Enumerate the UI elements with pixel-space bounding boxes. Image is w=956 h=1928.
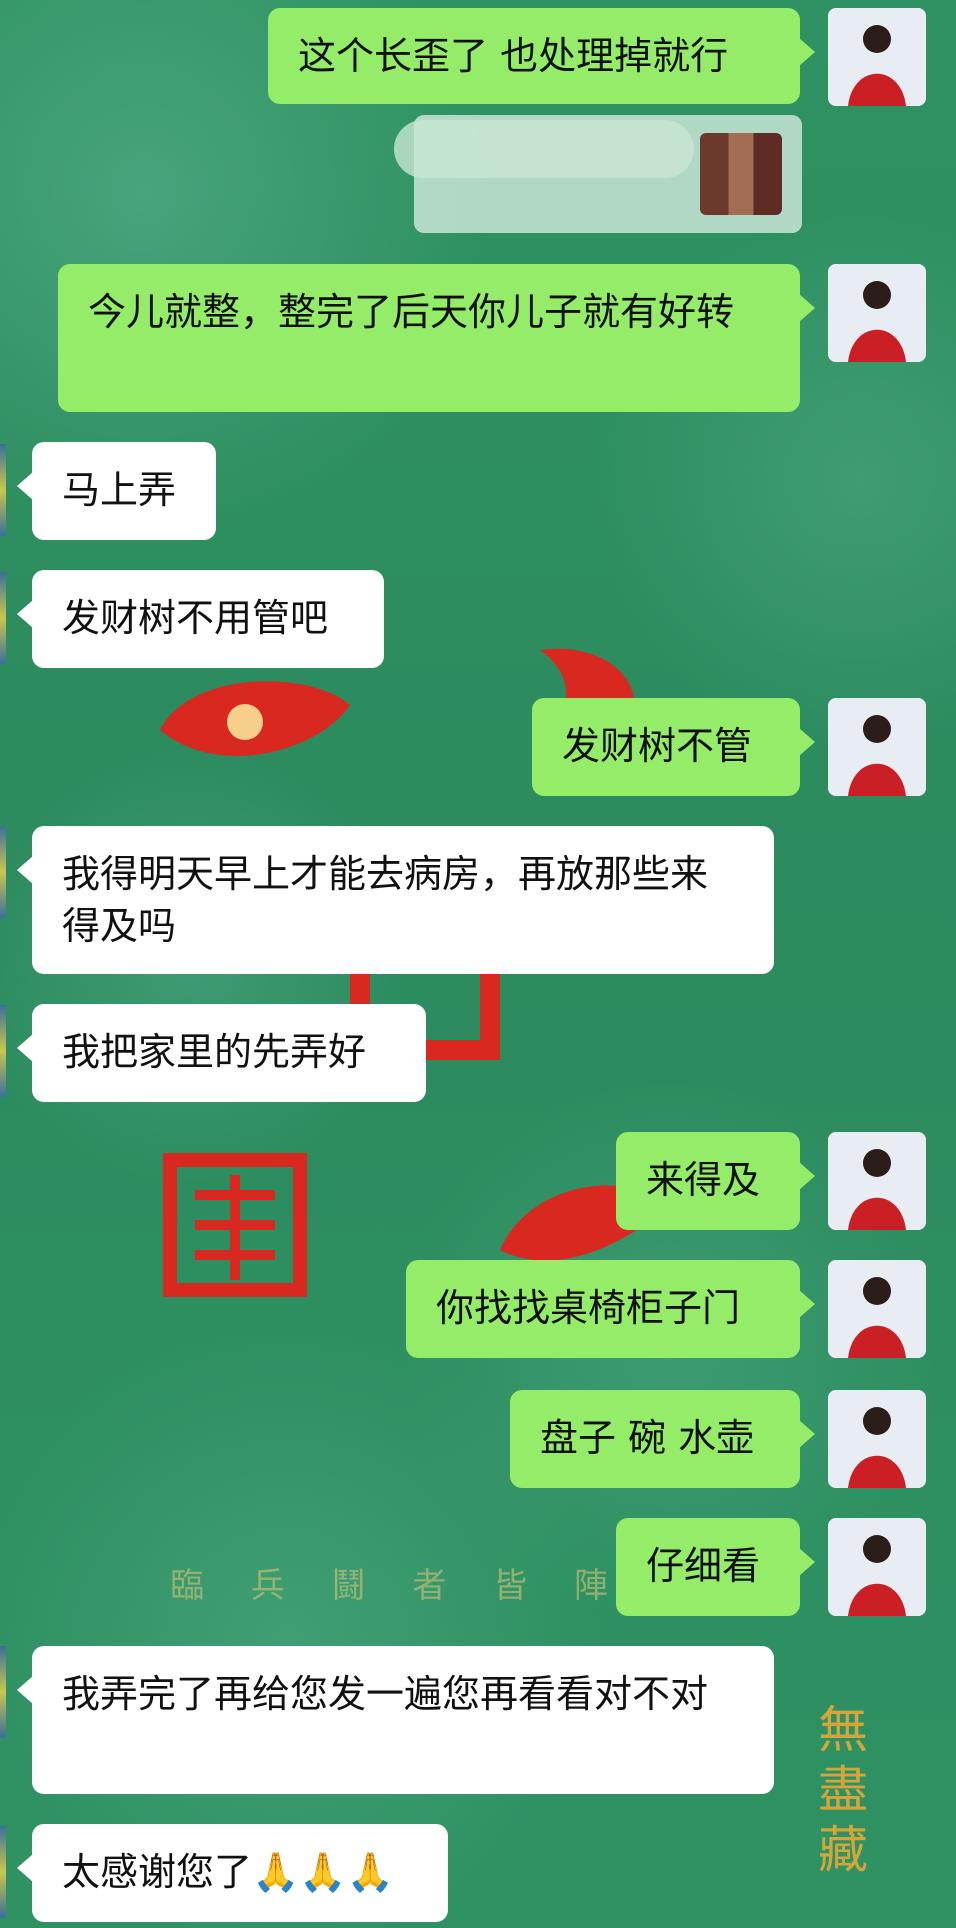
message-bubble-incoming[interactable]: 我弄完了再给您发一遍您再看看对不对	[17, 1646, 774, 1794]
message-text: 这个长歪了 也处理掉就行	[298, 34, 729, 78]
avatar-outgoing[interactable]	[828, 264, 926, 362]
message-bubble-incoming[interactable]: 我得明天早上才能去病房，再放那些来得及吗	[17, 826, 774, 974]
message-text: 我弄完了再给您发一遍您再看看对不对	[62, 1672, 709, 1716]
message-bubble-incoming[interactable]: 太感谢您了🙏🙏🙏	[17, 1824, 448, 1922]
background-corner-mark: 無盡藏	[818, 1701, 868, 1879]
message-bubble-outgoing[interactable]: 发财树不管	[532, 698, 815, 796]
message-bubble-incoming[interactable]: 我把家里的先弄好	[17, 1004, 426, 1102]
avatar-image	[828, 698, 926, 796]
avatar-outgoing[interactable]	[828, 1518, 926, 1616]
message-text: 马上弄	[62, 468, 177, 512]
avatar-image	[828, 264, 926, 362]
plant-photo-thumbnail[interactable]	[700, 133, 782, 215]
avatar-outgoing[interactable]	[828, 1260, 926, 1358]
blurred-content	[394, 120, 694, 178]
message-text: 今儿就整，整完了后天你儿子就有好转	[88, 290, 735, 334]
avatar-image	[828, 8, 926, 106]
avatar-incoming-edge[interactable]	[0, 1005, 6, 1097]
avatar-incoming-edge[interactable]	[0, 1646, 6, 1738]
avatar-incoming-edge[interactable]	[0, 826, 6, 918]
message-text: 你找找桌椅柜子门	[436, 1286, 741, 1330]
message-bubble-outgoing[interactable]: 你找找桌椅柜子门	[406, 1260, 815, 1358]
message-text: 太感谢您了🙏🙏🙏	[62, 1850, 394, 1894]
avatar-incoming-edge[interactable]	[0, 572, 6, 664]
avatar-image	[828, 1390, 926, 1488]
red-ornament-fish	[160, 681, 350, 756]
avatar-incoming-edge[interactable]	[0, 1826, 6, 1918]
message-bubble-outgoing[interactable]: 盘子 碗 水壶	[510, 1390, 815, 1488]
message-text: 来得及	[646, 1158, 761, 1202]
message-text: 发财树不用管吧	[62, 596, 329, 640]
message-text: 盘子 碗 水壶	[540, 1416, 755, 1460]
avatar-outgoing[interactable]	[828, 8, 926, 106]
message-bubble-outgoing[interactable]: 这个长歪了 也处理掉就行	[268, 8, 815, 104]
message-bubble-outgoing[interactable]: 仔细看	[616, 1518, 815, 1616]
message-bubble-incoming[interactable]: 马上弄	[17, 442, 216, 540]
message-bubble-incoming[interactable]: 发财树不用管吧	[17, 570, 384, 668]
message-text: 仔细看	[646, 1544, 761, 1588]
message-bubble-outgoing[interactable]: 今儿就整，整完了后天你儿子就有好转	[58, 264, 815, 412]
avatar-incoming-edge[interactable]	[0, 444, 6, 536]
avatar-image	[828, 1518, 926, 1616]
avatar-image	[828, 1132, 926, 1230]
message-bubble-outgoing[interactable]: 来得及	[616, 1132, 815, 1230]
message-text: 发财树不管	[562, 724, 753, 768]
avatar-outgoing[interactable]	[828, 1390, 926, 1488]
message-text: 我得明天早上才能去病房，再放那些来得及吗	[62, 852, 709, 948]
avatar-image	[828, 1260, 926, 1358]
message-text: 我把家里的先弄好	[62, 1030, 367, 1074]
avatar-outgoing[interactable]	[828, 698, 926, 796]
red-ornament-seal	[163, 1153, 307, 1297]
avatar-outgoing[interactable]	[828, 1132, 926, 1230]
